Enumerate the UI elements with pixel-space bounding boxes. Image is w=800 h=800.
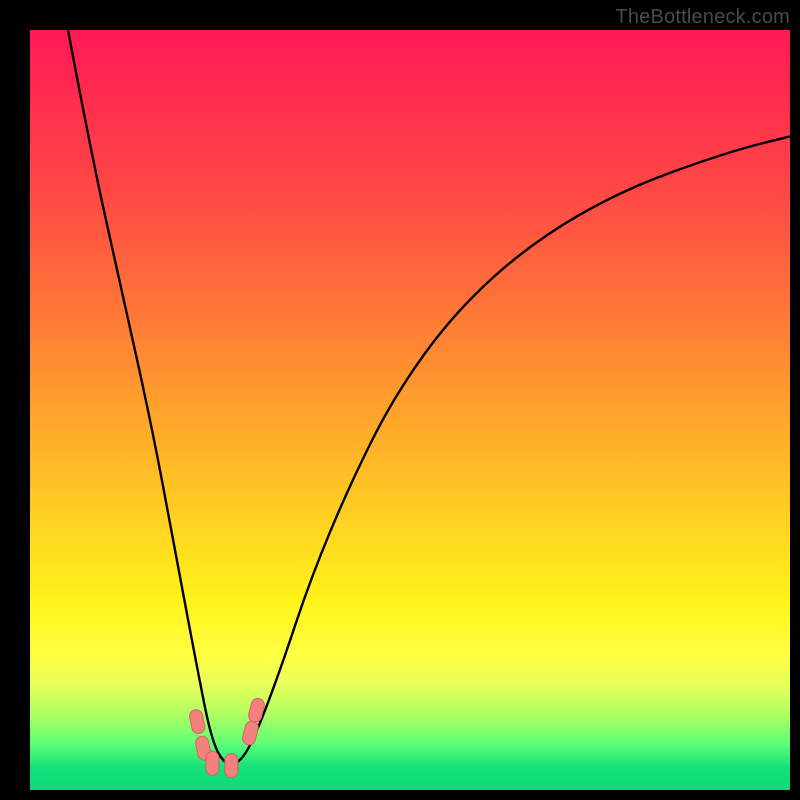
bottleneck-curve	[68, 30, 790, 764]
curve-markers	[188, 697, 265, 778]
watermark-text: TheBottleneck.com	[615, 6, 790, 29]
plot-area	[30, 30, 790, 790]
chart-frame: TheBottleneck.com	[0, 0, 800, 800]
curve-marker	[188, 709, 206, 735]
curve-marker	[241, 720, 259, 746]
curve-layer	[30, 30, 790, 790]
curve-marker	[225, 754, 238, 778]
curve-marker	[206, 751, 219, 775]
curve-marker	[247, 697, 265, 723]
